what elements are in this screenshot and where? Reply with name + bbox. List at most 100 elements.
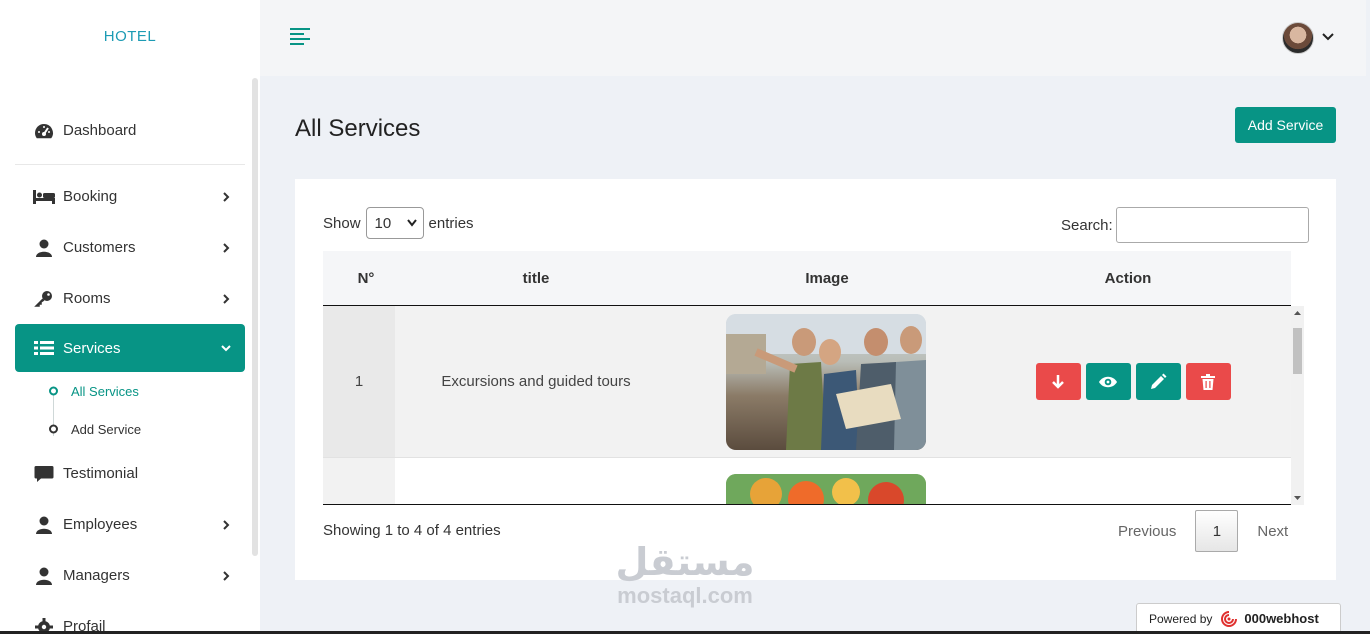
sidebar-item-managers[interactable]: Managers bbox=[15, 550, 245, 601]
sidebar-item-label: Booking bbox=[63, 188, 118, 205]
sidebar-item-customers[interactable]: Customers bbox=[15, 222, 245, 273]
submenu-item-all-services[interactable]: All Services bbox=[49, 372, 245, 410]
sidebar-item-rooms[interactable]: Rooms bbox=[15, 273, 245, 324]
row-number bbox=[323, 458, 395, 504]
entries-label: entries bbox=[428, 214, 474, 232]
row-actions bbox=[975, 458, 1291, 504]
user-icon bbox=[33, 238, 55, 258]
submenu-label: Add Service bbox=[71, 421, 142, 437]
sidebar-item-label: Rooms bbox=[63, 290, 111, 307]
chevron-down-icon bbox=[221, 345, 231, 352]
download-button[interactable] bbox=[1035, 363, 1081, 400]
row-actions bbox=[975, 306, 1291, 457]
page-title: All Services bbox=[295, 115, 421, 142]
entries-select[interactable]: 10 bbox=[365, 207, 424, 239]
chevron-right-icon bbox=[223, 570, 230, 581]
submenu-label: All Services bbox=[71, 383, 139, 399]
table-scrollbar[interactable] bbox=[1291, 306, 1304, 505]
webhost-logo-icon bbox=[1221, 610, 1238, 627]
table-search: Search: bbox=[1061, 207, 1309, 243]
comment-icon bbox=[33, 464, 55, 484]
chevron-right-icon bbox=[223, 293, 230, 304]
chevron-down-icon[interactable] bbox=[1322, 32, 1334, 42]
menu-toggle-icon[interactable] bbox=[290, 27, 310, 45]
table-body[interactable]: 1 Excursions and guided tours bbox=[323, 306, 1291, 505]
eye-icon bbox=[1099, 376, 1117, 387]
table-header: N° title Image Action bbox=[323, 251, 1291, 306]
key-icon bbox=[33, 289, 55, 309]
sidebar-item-dashboard[interactable]: Dashboard bbox=[15, 105, 245, 156]
avatar[interactable] bbox=[1282, 22, 1314, 54]
edit-button[interactable] bbox=[1135, 363, 1181, 400]
sidebar-nav: Dashboard Booking Customers Rooms Servic… bbox=[15, 105, 245, 634]
services-submenu: All Services Add Service bbox=[15, 372, 245, 448]
scroll-up-arrow-icon[interactable] bbox=[1294, 310, 1301, 316]
row-number: 1 bbox=[323, 306, 395, 457]
user-icon bbox=[33, 566, 55, 586]
chevron-right-icon bbox=[223, 242, 230, 253]
sidebar-item-label: Managers bbox=[63, 567, 130, 584]
scrollbar-thumb[interactable] bbox=[1293, 328, 1302, 374]
table-row bbox=[323, 458, 1291, 504]
search-input[interactable] bbox=[1115, 207, 1309, 243]
sidebar-item-booking[interactable]: Booking bbox=[15, 171, 245, 222]
sidebar-item-label: Employees bbox=[63, 516, 138, 533]
chevron-right-icon bbox=[223, 519, 230, 530]
previous-page-button[interactable]: Previous bbox=[1105, 523, 1195, 540]
table-info: Showing 1 to 4 of 4 entries bbox=[323, 522, 501, 539]
list-icon bbox=[33, 338, 55, 358]
pagination: Previous 1 Next bbox=[1105, 510, 1288, 552]
topbar bbox=[260, 0, 1366, 76]
delete-button[interactable] bbox=[1185, 363, 1231, 400]
add-service-button[interactable]: Add Service bbox=[1235, 107, 1336, 143]
watermark-arabic-text: مستقل bbox=[615, 540, 755, 584]
sidebar-item-label: Customers bbox=[63, 239, 136, 256]
column-header-title[interactable]: title bbox=[409, 270, 663, 287]
column-header-image[interactable]: Image bbox=[663, 270, 991, 287]
tourists-with-map-photo bbox=[726, 313, 926, 450]
powered-brand: 000webhost bbox=[1244, 611, 1319, 626]
powered-by-badge[interactable]: Powered by 000webhost bbox=[1136, 603, 1341, 634]
sidebar-item-label: Testimonial bbox=[63, 465, 139, 482]
row-image-cell bbox=[677, 458, 975, 504]
column-header-number[interactable]: N° bbox=[323, 270, 409, 287]
row-title: Excursions and guided tours bbox=[441, 373, 631, 390]
sidebar-item-employees[interactable]: Employees bbox=[15, 499, 245, 550]
submenu-item-add-service[interactable]: Add Service bbox=[49, 410, 245, 448]
row-image-cell bbox=[677, 306, 975, 457]
circle-bullet-icon bbox=[49, 424, 58, 434]
sidebar-item-services[interactable]: Services bbox=[15, 324, 245, 372]
show-label: Show bbox=[323, 214, 361, 232]
pencil-icon bbox=[1151, 373, 1167, 389]
sidebar-item-label: Services bbox=[63, 339, 121, 357]
column-header-action[interactable]: Action bbox=[991, 270, 1265, 287]
mostaql-watermark: مستقل mostaql.com bbox=[600, 540, 770, 608]
watermark-latin-text: mostaql.com bbox=[617, 583, 753, 608]
chevron-right-icon bbox=[223, 191, 230, 202]
next-page-button[interactable]: Next bbox=[1238, 523, 1288, 540]
bed-icon bbox=[33, 187, 55, 207]
row-title bbox=[395, 458, 677, 504]
entries-select-value: 10 bbox=[374, 214, 392, 232]
chevron-down-icon bbox=[406, 219, 417, 227]
sidebar-item-testimonial[interactable]: Testimonial bbox=[15, 448, 245, 499]
sidebar-item-label: Dashboard bbox=[63, 122, 137, 139]
sidebar-item-profail[interactable]: Profail bbox=[15, 601, 245, 634]
sidebar-scrollbar[interactable] bbox=[252, 78, 258, 556]
page-1-button[interactable]: 1 bbox=[1195, 510, 1239, 552]
search-label: Search: bbox=[1061, 216, 1113, 234]
dashboard-gauge-icon bbox=[33, 121, 55, 141]
services-table-card: Show 10 entries Search: N° title Image A… bbox=[295, 179, 1336, 580]
entries-length-control: Show 10 entries bbox=[323, 207, 474, 239]
brand-logo[interactable]: HOTEL bbox=[0, 0, 260, 72]
user-icon bbox=[33, 515, 55, 535]
arrow-down-icon bbox=[1052, 374, 1064, 389]
circle-bullet-icon bbox=[49, 386, 58, 396]
scroll-down-arrow-icon[interactable] bbox=[1294, 495, 1301, 501]
food-plate-photo bbox=[726, 474, 926, 504]
divider bbox=[15, 164, 245, 165]
trash-icon bbox=[1201, 373, 1215, 390]
view-button[interactable] bbox=[1085, 363, 1131, 400]
powered-label: Powered by bbox=[1149, 611, 1213, 626]
sidebar: HOTEL Dashboard Booking Customers Rooms … bbox=[0, 0, 260, 634]
